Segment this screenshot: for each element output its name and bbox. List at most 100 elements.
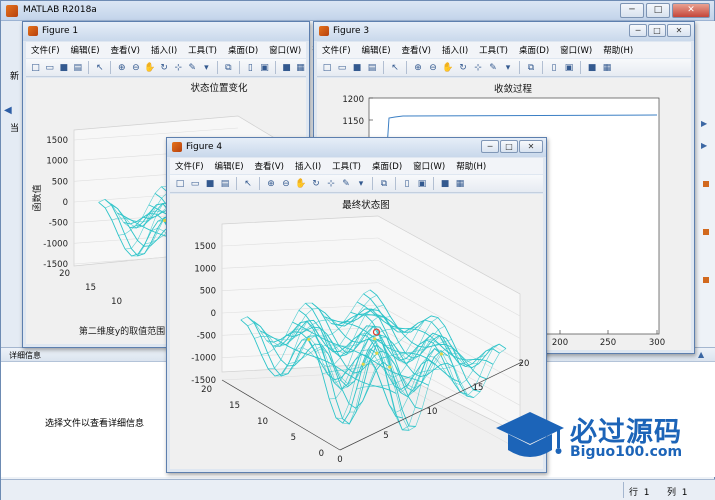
colorbar-icon[interactable]: ▯ <box>401 178 413 190</box>
data-cursor-icon[interactable]: ⊹ <box>325 178 337 190</box>
menu-item-0[interactable]: 文件(F) <box>31 44 60 56</box>
colorbar-icon[interactable]: ▯ <box>245 62 256 74</box>
figure-4-maximize-button[interactable]: □ <box>500 140 518 153</box>
zoom-in-icon[interactable]: ⊕ <box>116 62 127 74</box>
brush-icon[interactable]: ✎ <box>487 62 499 74</box>
brush-icon[interactable]: ✎ <box>340 178 352 190</box>
new-file-icon[interactable]: □ <box>321 62 333 74</box>
colorbar-icon[interactable]: ▯ <box>548 62 560 74</box>
show-plot-tools-icon[interactable]: ▦ <box>295 62 306 74</box>
menu-item-2[interactable]: 查看(V) <box>402 44 431 56</box>
menu-item-6[interactable]: 窗口(W) <box>560 44 592 56</box>
menu-item-1[interactable]: 编辑(E) <box>71 44 100 56</box>
pan-icon[interactable]: ✋ <box>144 62 155 74</box>
toolbar-separator <box>88 61 90 74</box>
back-arrow-icon[interactable]: ◀ <box>4 105 12 116</box>
menu-item-3[interactable]: 插入(I) <box>442 44 468 56</box>
new-file-icon[interactable]: □ <box>174 178 186 190</box>
menu-item-3[interactable]: 插入(I) <box>151 44 177 56</box>
pan-icon[interactable]: ✋ <box>442 62 454 74</box>
z-tick-label: 1500 <box>46 136 68 146</box>
figure-3-minimize-button[interactable]: ─ <box>629 24 647 37</box>
hide-plot-tools-icon[interactable]: ■ <box>586 62 598 74</box>
menu-item-4[interactable]: 工具(T) <box>479 44 508 56</box>
dropdown-arrow-icon[interactable]: ▾ <box>201 62 212 74</box>
menu-item-2[interactable]: 查看(V) <box>255 160 284 172</box>
dropdown-arrow-icon[interactable]: ▾ <box>355 178 367 190</box>
right-arrow-icon[interactable]: ▶ <box>701 119 711 129</box>
figure-3-titlebar[interactable]: Figure 3 ─ □ ✕ <box>314 22 694 41</box>
data-cursor-icon[interactable]: ⊹ <box>173 62 184 74</box>
link-plot-icon[interactable]: ⧉ <box>223 62 234 74</box>
zoom-out-icon[interactable]: ⊖ <box>130 62 141 74</box>
rotate-icon[interactable]: ↻ <box>457 62 469 74</box>
figure-4-close-button[interactable]: ✕ <box>519 140 543 153</box>
menu-item-5[interactable]: 桌面(D) <box>519 44 549 56</box>
figure-4-titlebar[interactable]: Figure 4 ─ □ ✕ <box>167 138 546 157</box>
select-arrow-icon[interactable]: ↖ <box>389 62 401 74</box>
select-arrow-icon[interactable]: ↖ <box>94 62 105 74</box>
menu-item-1[interactable]: 编辑(E) <box>215 160 244 172</box>
new-file-icon[interactable]: □ <box>30 62 41 74</box>
surface-peak <box>439 352 443 356</box>
rotate-icon[interactable]: ↻ <box>159 62 170 74</box>
minimize-button[interactable]: ─ <box>620 3 644 18</box>
zoom-out-icon[interactable]: ⊖ <box>280 178 292 190</box>
hide-plot-tools-icon[interactable]: ■ <box>281 62 292 74</box>
menu-item-4[interactable]: 工具(T) <box>332 160 361 172</box>
dropdown-arrow-icon[interactable]: ▾ <box>502 62 514 74</box>
menu-item-7[interactable]: 帮助(H) <box>456 160 486 172</box>
figure-3-maximize-button[interactable]: □ <box>648 24 666 37</box>
menu-item-0[interactable]: 文件(F) <box>322 44 351 56</box>
print-icon[interactable]: ▤ <box>72 62 83 74</box>
save-icon[interactable]: ■ <box>204 178 216 190</box>
menu-item-2[interactable]: 查看(V) <box>111 44 140 56</box>
collapse-icon[interactable]: ▲ <box>698 350 704 359</box>
figure-3-close-button[interactable]: ✕ <box>667 24 691 37</box>
zoom-in-icon[interactable]: ⊕ <box>412 62 424 74</box>
zoom-out-icon[interactable]: ⊖ <box>427 62 439 74</box>
data-cursor-icon[interactable]: ⊹ <box>472 62 484 74</box>
show-plot-tools-icon[interactable]: ▦ <box>601 62 613 74</box>
maximize-button[interactable]: □ <box>646 3 670 18</box>
close-button[interactable]: ✕ <box>672 3 710 18</box>
open-file-icon[interactable]: ▭ <box>336 62 348 74</box>
select-arrow-icon[interactable]: ↖ <box>242 178 254 190</box>
figure-1-titlebar[interactable]: Figure 1 <box>23 22 309 41</box>
show-plot-tools-icon[interactable]: ▦ <box>454 178 466 190</box>
menu-item-3[interactable]: 插入(I) <box>295 160 321 172</box>
legend-icon[interactable]: ▣ <box>416 178 428 190</box>
zoom-in-icon[interactable]: ⊕ <box>265 178 277 190</box>
open-file-icon[interactable]: ▭ <box>44 62 55 74</box>
pan-icon[interactable]: ✋ <box>295 178 307 190</box>
menu-item-6[interactable]: 窗口(W) <box>269 44 301 56</box>
hide-plot-tools-icon[interactable]: ■ <box>439 178 451 190</box>
figure-4-minimize-button[interactable]: ─ <box>481 140 499 153</box>
x-tick-label: 15 <box>473 383 484 393</box>
strip-label-current[interactable]: 当 <box>10 121 19 134</box>
link-plot-icon[interactable]: ⧉ <box>378 178 390 190</box>
menu-item-4[interactable]: 工具(T) <box>188 44 217 56</box>
main-titlebar[interactable]: MATLAB R2018a ─ □ ✕ <box>1 1 714 21</box>
rotate-icon[interactable]: ↻ <box>310 178 322 190</box>
menu-item-6[interactable]: 窗口(W) <box>413 160 445 172</box>
menu-item-5[interactable]: 桌面(D) <box>228 44 258 56</box>
menu-item-5[interactable]: 桌面(D) <box>372 160 402 172</box>
print-icon[interactable]: ▤ <box>366 62 378 74</box>
legend-icon[interactable]: ▣ <box>259 62 270 74</box>
right-arrow-icon-2[interactable]: ▶ <box>701 141 711 151</box>
menu-item-7[interactable]: 帮助(H) <box>603 44 633 56</box>
legend-icon[interactable]: ▣ <box>563 62 575 74</box>
open-file-icon[interactable]: ▭ <box>189 178 201 190</box>
menu-item-0[interactable]: 文件(F) <box>175 160 204 172</box>
plot-title: 收敛过程 <box>494 83 533 95</box>
figure-4-menubar: 文件(F) 编辑(E) 查看(V) 插入(I) 工具(T) 桌面(D) 窗口(W) 帮助(H) <box>170 158 543 174</box>
print-icon[interactable]: ▤ <box>219 178 231 190</box>
strip-label-new[interactable]: 新 <box>10 69 19 82</box>
brush-icon[interactable]: ✎ <box>187 62 198 74</box>
save-icon[interactable]: ■ <box>58 62 69 74</box>
link-plot-icon[interactable]: ⧉ <box>525 62 537 74</box>
figure-4-window[interactable]: Figure 4 ─ □ ✕ 文件(F) 编辑(E) 查看(V) 插入(I) 工具(T)… <box>166 137 547 473</box>
save-icon[interactable]: ■ <box>351 62 363 74</box>
menu-item-1[interactable]: 编辑(E) <box>362 44 391 56</box>
